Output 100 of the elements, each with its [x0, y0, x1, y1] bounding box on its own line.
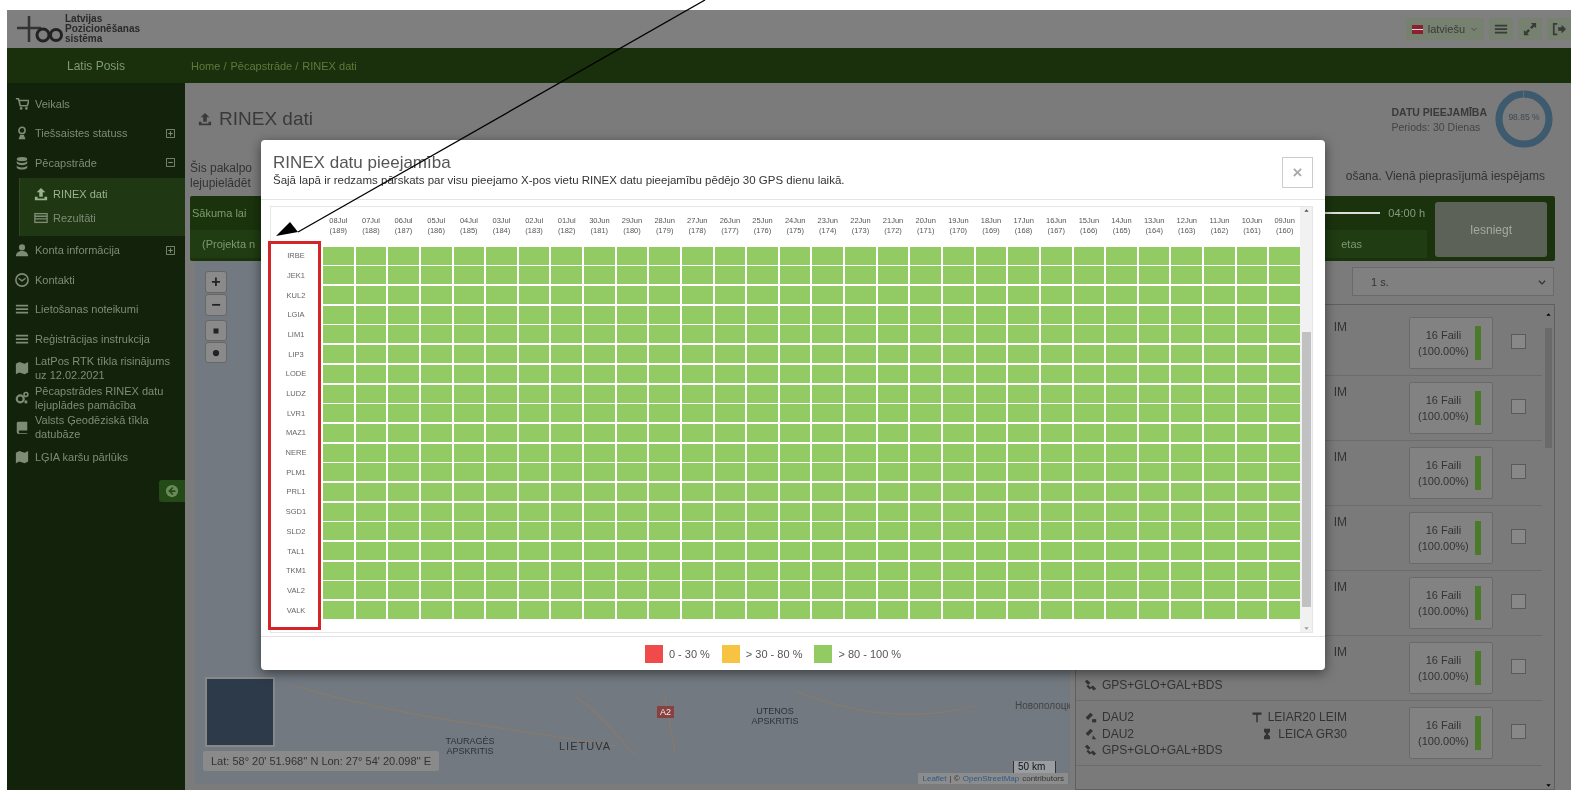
logo-icon: [15, 14, 63, 44]
receiver-icon: [1084, 710, 1097, 724]
sidebar-item[interactable]: Tiešsaistes statuss: [7, 118, 185, 148]
table-icon: [34, 210, 48, 225]
interval-select[interactable]: 1 s.: [1352, 267, 1554, 296]
station-checkbox[interactable]: [1511, 334, 1526, 349]
zoom-out-button[interactable]: −: [205, 294, 227, 316]
availability-bar: [1474, 521, 1481, 555]
envelope-icon: [15, 272, 29, 287]
availability-bar: [1474, 651, 1481, 685]
availability-value: 98.85 %: [1507, 112, 1541, 122]
project-label: (Projekta n: [202, 238, 256, 250]
antenna-text: LEICA GR30: [1278, 726, 1347, 741]
close-button[interactable]: ×: [1282, 157, 1313, 188]
duration-value: 04:00 h: [1388, 207, 1425, 219]
sidebar-item[interactable]: Reģistrācijas instrukcija: [7, 324, 185, 354]
files-button[interactable]: 16 Faili (100.00%): [1409, 577, 1493, 629]
breadcrumb-link[interactable]: Pēcapstrāde /: [230, 59, 299, 72]
sidebar-subitem[interactable]: RINEX dati: [20, 181, 185, 206]
leaflet-link[interactable]: Leaflet: [922, 774, 947, 783]
collapse-icon: [166, 158, 175, 168]
upload-icon: [198, 112, 212, 126]
station-checkbox[interactable]: [1511, 464, 1526, 479]
map-label: A2: [657, 706, 674, 718]
scroll-down-icon: [1544, 782, 1552, 789]
sidebar-item[interactable]: Lietošanas noteikumi: [7, 294, 185, 324]
sidebar-item[interactable]: LatPos RTK tīkla risinājums uz 12.02.2021: [7, 353, 185, 383]
draw-circle-button[interactable]: [205, 342, 227, 363]
legend-label: 0 - 30 %: [668, 647, 710, 660]
legend-label: > 80 - 100 %: [838, 647, 902, 660]
user-name: Latis Posis: [66, 58, 126, 73]
cart-icon: [15, 96, 29, 111]
scrollbar-thumb[interactable]: [1301, 332, 1311, 607]
station-checkbox[interactable]: [1511, 724, 1526, 739]
description-text: Šis pakalpo lejupielādēt: [190, 160, 253, 191]
sidebar-item[interactable]: Veikals: [7, 89, 185, 119]
sidebar-item[interactable]: Valsts Ģeodēziskā tīkla datubāze: [7, 412, 185, 442]
files-button[interactable]: 16 Faili (100.00%): [1409, 512, 1493, 564]
scrollbar[interactable]: [1300, 207, 1312, 632]
attribution-text: | ©: [949, 774, 960, 783]
openstreetmap-link[interactable]: OpenStreetMap: [962, 774, 1020, 783]
station-checkbox[interactable]: [1511, 594, 1526, 609]
availability-bar: [1474, 456, 1481, 490]
zoom-in-button[interactable]: +: [205, 271, 227, 293]
collapse-sidebar-button[interactable]: [159, 479, 185, 502]
menu-icon: [1494, 22, 1508, 36]
form-label: etas: [1341, 238, 1362, 250]
circle-icon: [211, 347, 221, 358]
satellite-icon: [1084, 678, 1097, 692]
files-button[interactable]: 16 Faili (100.00%): [1409, 317, 1493, 369]
files-button[interactable]: 16 Faili (100.00%): [1409, 447, 1493, 499]
availability-bar: [1474, 391, 1481, 425]
coordinates-display: Lat: 58° 20' 51.968'' N Lon: 27° 54' 20.098'' E: [203, 751, 440, 771]
availability-label: DATU PIEEJAMĪBA: [1391, 105, 1487, 118]
expand-icon: [166, 245, 175, 255]
scroll-up-icon: [1302, 207, 1310, 214]
files-button[interactable]: 16 Faili (100.00%): [1409, 382, 1493, 434]
station-checkbox[interactable]: [1511, 529, 1526, 544]
constellation-text: GPS+GLO+GAL+BDS: [1102, 678, 1223, 693]
sidebar-item[interactable]: Pēcapstrāde: [7, 148, 185, 178]
receiver-name: DAU2: [1102, 726, 1134, 741]
menu-button[interactable]: [1489, 18, 1513, 40]
breadcrumb-link[interactable]: Home /: [191, 59, 227, 72]
map-icon: [15, 449, 29, 464]
map-icon: [15, 361, 29, 376]
antenna-mast-icon: [1250, 711, 1263, 724]
chevron-down-icon: [1470, 25, 1478, 33]
fullscreen-button[interactable]: [1518, 18, 1542, 40]
sidebar-item[interactable]: Konta informācija: [7, 235, 185, 265]
sidebar-item[interactable]: Kontakti: [7, 265, 185, 295]
description-text: ošana. Vienā pieprasījumā iespējams: [1345, 168, 1545, 183]
language-dropdown[interactable]: latviešu: [1405, 18, 1484, 40]
book-icon: [15, 420, 29, 435]
upload-icon: [34, 186, 48, 201]
logo-text: Latvijas Pozicionēšanas sistēma: [65, 14, 141, 44]
minimap-thumbnail[interactable]: [205, 677, 275, 747]
legend-label: > 30 - 80 %: [745, 647, 803, 660]
sidebar-subitem[interactable]: Rezultāti: [20, 205, 185, 230]
sidebar-item[interactable]: Pēcapstrādes RINEX datu lejuplādes pamācība: [7, 383, 185, 413]
scrollbar[interactable]: [1542, 311, 1554, 789]
submit-button[interactable]: Iesniegt: [1435, 202, 1547, 257]
availability-bar: [1474, 326, 1481, 360]
draw-rectangle-button[interactable]: [205, 320, 227, 341]
breadcrumb-link[interactable]: RINEX dati: [302, 59, 357, 72]
constellation-text: GPS+GLO+GAL+BDS: [1102, 743, 1223, 758]
page-title: RINEX dati: [219, 108, 313, 130]
station-checkbox[interactable]: [1511, 399, 1526, 414]
sidebar-item[interactable]: LĢIA karšu pārlūks: [7, 442, 185, 472]
antenna-text: IM: [1333, 450, 1347, 465]
files-button[interactable]: 16 Faili (100.00%): [1409, 707, 1493, 759]
availability-donut: [1493, 88, 1555, 150]
files-button[interactable]: 16 Faili (100.00%): [1409, 642, 1493, 694]
user-icon: [15, 243, 29, 258]
availability-bar: [1474, 716, 1481, 750]
expand-arrows-icon: [1523, 22, 1537, 36]
person-pin-icon: [15, 126, 29, 141]
logout-button[interactable]: [1547, 18, 1571, 40]
database-icon: [15, 155, 29, 170]
scroll-down-icon: [1302, 625, 1310, 632]
station-checkbox[interactable]: [1511, 659, 1526, 674]
